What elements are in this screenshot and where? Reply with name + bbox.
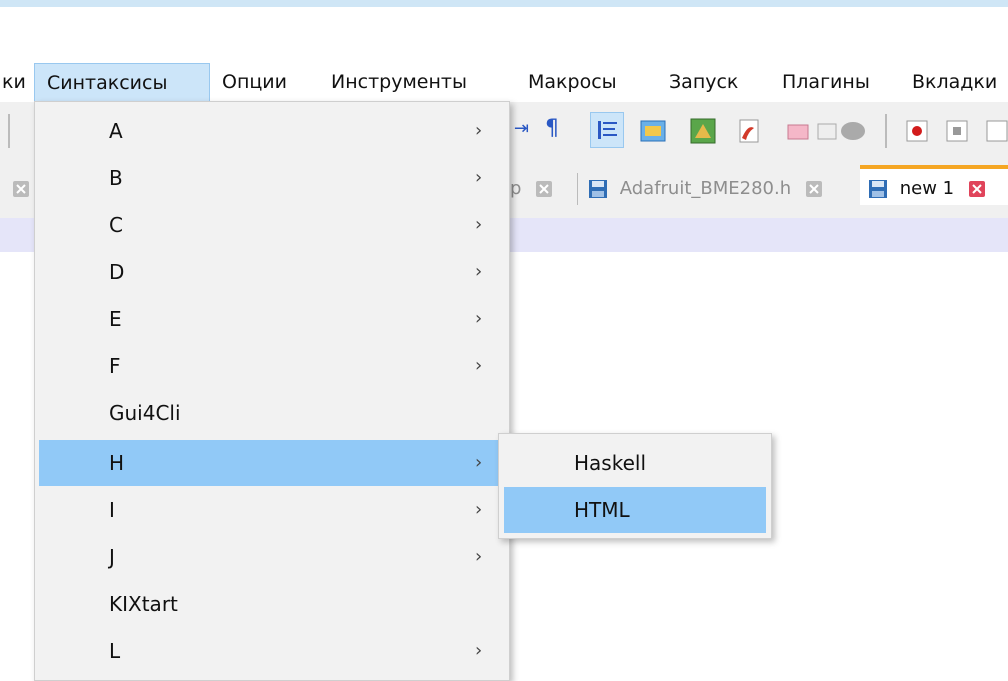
- tab-new-1[interactable]: new 1: [860, 165, 1008, 205]
- monitoring-icon[interactable]: [838, 116, 868, 146]
- menu-item-syntaxes[interactable]: Синтаксисы: [34, 63, 210, 102]
- chevron-right-icon: ›: [475, 640, 483, 661]
- saved-disk-icon: [589, 180, 607, 198]
- project-panel-icon[interactable]: [783, 116, 813, 146]
- submenu-entry-html[interactable]: HTML: [504, 487, 766, 533]
- stop-macro-icon[interactable]: [942, 116, 972, 146]
- window-top-strip: [0, 0, 1008, 7]
- submenu-entry-label: Haskell: [574, 451, 647, 475]
- menu-entry-f[interactable]: F ›: [39, 343, 505, 389]
- tab-adafruit-bme280[interactable]: Adafruit_BME280.h: [588, 169, 823, 209]
- menu-entry-gui4cli[interactable]: Gui4Cli: [39, 390, 505, 436]
- record-macro-icon[interactable]: [902, 116, 932, 146]
- chevron-right-icon: ›: [475, 499, 483, 520]
- menu-entry-label: J: [109, 545, 115, 569]
- doc-map-icon[interactable]: [638, 116, 668, 146]
- menu-item-run[interactable]: Запуск: [669, 63, 738, 102]
- syntax-dropdown-menu: A › B › C › D › E › F › Gui4Cli H › I › …: [34, 101, 510, 681]
- close-icon[interactable]: [805, 180, 823, 198]
- menu-entry-l[interactable]: L ›: [39, 628, 505, 674]
- chevron-right-icon: ›: [475, 214, 483, 235]
- menu-entry-label: A: [109, 119, 123, 143]
- menu-item-plugins[interactable]: Плагины: [782, 63, 870, 102]
- menu-bar: ки Синтаксисы Опции Инструменты Макросы …: [0, 63, 1008, 102]
- menu-item-tools[interactable]: Инструменты: [331, 63, 467, 102]
- close-icon[interactable]: [12, 180, 30, 198]
- menu-entry-label: I: [109, 498, 115, 522]
- menu-entry-label: B: [109, 166, 123, 190]
- syntax-h-submenu: Haskell HTML: [498, 433, 772, 539]
- function-list-icon[interactable]: [688, 116, 718, 146]
- tab-close-partial[interactable]: [4, 169, 30, 209]
- chevron-right-icon: ›: [475, 120, 483, 141]
- menu-item-tabs[interactable]: Вкладки: [912, 63, 997, 102]
- menu-entry-c[interactable]: C ›: [39, 202, 505, 248]
- folder-as-workspace-icon[interactable]: [734, 116, 764, 146]
- menu-entry-label: E: [109, 307, 122, 331]
- tab-document-partial[interactable]: p: [510, 169, 553, 209]
- playback-macro-icon[interactable]: [982, 116, 1008, 146]
- unsaved-disk-icon: [869, 180, 887, 198]
- menu-entry-label: Gui4Cli: [109, 401, 181, 425]
- menu-entry-i[interactable]: I ›: [39, 487, 505, 533]
- menu-item-options[interactable]: Опции: [222, 63, 287, 102]
- toolbar-separator: [885, 114, 887, 148]
- menu-entry-kixtart[interactable]: KIXtart: [39, 581, 505, 627]
- menu-entry-d[interactable]: D ›: [39, 249, 505, 295]
- menu-entry-b[interactable]: B ›: [39, 155, 505, 201]
- chevron-right-icon: ›: [475, 167, 483, 188]
- menu-entry-j[interactable]: J ›: [39, 534, 505, 580]
- tab-label: p: [510, 178, 522, 199]
- menu-entry-label: F: [109, 354, 121, 378]
- menu-entry-e[interactable]: E ›: [39, 296, 505, 342]
- menu-entry-label: H: [109, 451, 125, 475]
- menu-entry-a[interactable]: A ›: [39, 108, 505, 154]
- menu-entry-label: KIXtart: [109, 592, 178, 616]
- menu-entry-label: L: [109, 639, 121, 663]
- submenu-entry-label: HTML: [574, 498, 630, 522]
- chevron-right-icon: ›: [475, 261, 483, 282]
- show-all-characters-icon[interactable]: ¶: [545, 114, 559, 144]
- chevron-right-icon: ›: [475, 546, 483, 567]
- close-icon[interactable]: [968, 180, 986, 198]
- menu-entry-label: D: [109, 260, 125, 284]
- close-icon[interactable]: [535, 180, 553, 198]
- tab-label: new 1: [899, 178, 955, 199]
- menu-item-previous[interactable]: ки: [0, 63, 28, 102]
- wrap-icon[interactable]: ⇥: [514, 114, 529, 144]
- toolbar-separator: [8, 114, 10, 148]
- menu-entry-h[interactable]: H ›: [39, 440, 505, 486]
- tab-separator: [577, 173, 578, 205]
- indent-guide-icon[interactable]: [590, 112, 624, 148]
- menu-item-macros[interactable]: Макросы: [528, 63, 617, 102]
- chevron-right-icon: ›: [475, 452, 483, 473]
- chevron-right-icon: ›: [475, 355, 483, 376]
- tab-label: Adafruit_BME280.h: [619, 178, 792, 199]
- menu-entry-label: C: [109, 213, 123, 237]
- submenu-entry-haskell[interactable]: Haskell: [504, 440, 766, 486]
- chevron-right-icon: ›: [475, 308, 483, 329]
